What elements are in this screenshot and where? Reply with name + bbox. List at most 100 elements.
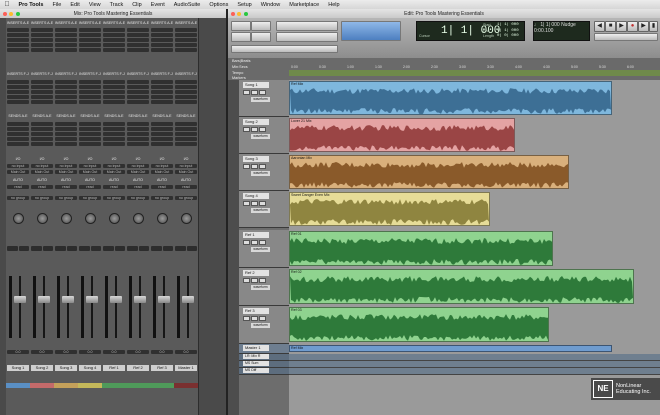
send-slot[interactable] [79,142,101,146]
insert-slot[interactable] [151,90,173,94]
send-slot[interactable] [55,127,77,131]
insert-slot[interactable] [175,43,197,47]
strip-name[interactable]: Ref 3 [151,365,173,371]
send-slot[interactable] [79,132,101,136]
insert-slot[interactable] [79,38,101,42]
output-selector[interactable]: Main Out [127,170,149,174]
output-selector[interactable]: Main Out [175,170,197,174]
track-name[interactable]: Song 2 [243,119,269,125]
solo-button[interactable] [79,246,90,251]
automation-mode[interactable]: read [7,185,29,189]
audio-clip[interactable]: Sweet Danger Even Mix [289,192,490,226]
output-selector[interactable]: Main Out [55,170,77,174]
insert-slot[interactable] [31,80,53,84]
group-selector[interactable]: no group [7,196,29,200]
menu-event[interactable]: Event [146,2,169,8]
insert-slot[interactable] [127,85,149,89]
insert-slot[interactable] [31,90,53,94]
mute-button[interactable] [259,164,266,169]
pan-knob[interactable] [85,213,96,224]
send-slot[interactable] [31,137,53,141]
track-view-selector[interactable]: waveform [251,97,270,102]
pan-knob[interactable] [157,213,168,224]
track-name[interactable]: Song 4 [243,193,269,199]
mute-button[interactable] [259,201,266,206]
track-name[interactable]: Song 1 [243,82,269,88]
main-counter[interactable]: 1| 1| 000 Start 1| 1| 000 End 1| 1| 000 … [416,21,525,41]
volume-readout[interactable]: 0.0 [7,350,29,354]
send-slot[interactable] [31,122,53,126]
automation-mode[interactable]: read [55,185,77,189]
strip-name[interactable]: Song 3 [55,365,77,371]
track-name[interactable]: Ref 1 [243,232,269,238]
send-slot[interactable] [79,137,101,141]
solo-button[interactable] [127,246,138,251]
insert-slot[interactable] [151,33,173,37]
menu-setup[interactable]: Setup [233,2,256,8]
solo-button[interactable] [251,90,258,95]
record-arm-button[interactable] [243,240,250,245]
insert-slot[interactable] [55,48,77,52]
insert-slot[interactable] [103,43,125,47]
group-selector[interactable]: no group [127,196,149,200]
send-slot[interactable] [103,127,125,131]
strip-name[interactable]: Ref 1 [103,365,125,371]
insert-slot[interactable] [103,38,125,42]
menu-audiosuite[interactable]: AudioSuite [169,2,205,8]
group-selector[interactable]: no group [103,196,125,200]
aux-track-header[interactable]: LR: Mix R [239,354,289,361]
insert-slot[interactable] [151,85,173,89]
insert-slot[interactable] [127,90,149,94]
send-slot[interactable] [175,127,197,131]
record-arm-button[interactable] [243,127,250,132]
strip-name[interactable]: Song 4 [79,365,101,371]
record-arm-button[interactable] [243,164,250,169]
strip-name[interactable]: Ref 2 [127,365,149,371]
send-slot[interactable] [127,142,149,146]
mute-button[interactable] [259,316,266,321]
insert-slot[interactable] [79,33,101,37]
track-view-selector[interactable]: waveform [251,171,270,176]
insert-slot[interactable] [31,43,53,47]
nudge-counter[interactable]: ♩ 1| 1| 000 Nudge 0:00.100 [533,21,590,41]
track-name[interactable]: Ref 2 [243,270,269,276]
send-slot[interactable] [79,122,101,126]
insert-slot[interactable] [175,90,197,94]
insert-slot[interactable] [55,85,77,89]
group-selector[interactable]: no group [55,196,77,200]
output-selector[interactable]: Main Out [7,170,29,174]
menu-file[interactable]: File [48,2,66,8]
volume-fader[interactable] [62,296,74,303]
track-view-selector[interactable]: waveform [251,323,270,328]
audio-clip[interactable]: Ref 01 [289,231,553,266]
volume-fader[interactable] [38,296,50,303]
insert-slot[interactable] [175,38,197,42]
mute-button[interactable] [18,246,29,251]
input-selector[interactable]: no input [151,164,173,168]
volume-readout[interactable]: 0.0 [31,350,53,354]
insert-slot[interactable] [127,33,149,37]
input-selector[interactable]: no input [127,164,149,168]
insert-slot[interactable] [7,33,29,37]
solo-button[interactable] [251,164,258,169]
solo-button[interactable] [251,316,258,321]
send-slot[interactable] [175,132,197,136]
audio-clip[interactable]: Ref 02 [289,269,634,304]
insert-slot[interactable] [103,80,125,84]
record-arm-button[interactable] [243,90,250,95]
play-button[interactable]: ▶ [616,21,627,32]
mute-button[interactable] [259,240,266,245]
track-name[interactable]: Song 3 [243,156,269,162]
send-slot[interactable] [175,122,197,126]
send-slot[interactable] [175,142,197,146]
edit-mode-grid[interactable] [251,32,271,42]
insert-slot[interactable] [103,100,125,104]
insert-slot[interactable] [151,95,173,99]
zoom-presets[interactable] [276,32,338,42]
menu-window[interactable]: Window [256,2,285,8]
insert-slot[interactable] [7,80,29,84]
insert-slot[interactable] [151,43,173,47]
insert-slot[interactable] [151,38,173,42]
solo-button[interactable] [151,246,162,251]
send-slot[interactable] [127,132,149,136]
